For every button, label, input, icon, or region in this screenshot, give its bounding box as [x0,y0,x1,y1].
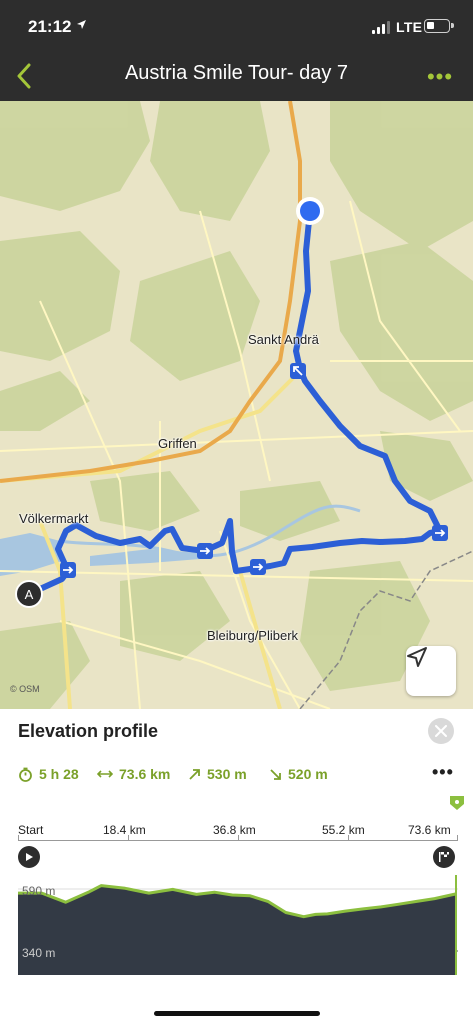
duration-stat: 5 h 28 [18,766,79,782]
distance-stat: 73.6 km [97,766,170,782]
map-label-sankt-andra: Sankt Andrä [248,332,319,347]
elevation-more-button[interactable]: ••• [432,762,454,783]
axis-tick [238,835,239,840]
start-marker[interactable]: A [15,580,43,608]
axis-label-2: 36.8 km [213,823,256,837]
axis-tick [128,835,129,840]
position-handle[interactable] [447,795,467,811]
location-arrow-icon [76,19,87,33]
elevation-chart[interactable]: 590 m 340 m [18,805,458,975]
axis-tick [18,835,19,840]
ascent-arrow-icon [189,768,200,780]
elevation-area [18,885,456,975]
page-title: Austria Smile Tour- day 7 [124,62,349,84]
map-label-bleiburg: Bleiburg/Pliberk [207,628,299,643]
distance-value: 73.6 km [119,766,171,782]
network-type: LTE [396,19,423,35]
axis-label-1: 18.4 km [103,823,146,837]
navigation-bar: Austria Smile Tour- day 7 ••• [0,52,473,101]
status-time: 21:12 [28,17,72,36]
elevation-svg [18,805,458,975]
y-label-bottom: 340 m [22,946,56,960]
route-direction-icon [290,363,306,379]
descent-arrow-icon [270,768,281,780]
duration-value: 5 h 28 [39,766,79,782]
more-options-button[interactable]: ••• [425,62,455,92]
locate-me-button[interactable] [406,646,456,696]
elevation-panel: Elevation profile 5 h 28 73.6 km 530 m 5… [0,709,473,1024]
map-canvas [0,101,473,709]
signal-strength-icon [372,21,392,34]
route-direction-icon [250,559,266,575]
axis-label-start: Start [18,823,44,837]
axis-label-3: 55.2 km [322,823,365,837]
axis-line [18,840,458,841]
map-label-volkermarkt: Völkermarkt [19,511,89,526]
axis-tick [457,835,458,840]
route-direction-icon [60,562,76,578]
horizontal-arrows-icon [97,770,113,778]
status-bar: 21:12 LTE [0,0,473,52]
descent-stat: 520 m [269,766,328,782]
top-bar: 21:12 LTE Austria Smile Tour- day 7 ••• [0,0,473,101]
start-icon [18,846,40,868]
ascent-stat: 530 m [188,766,247,782]
chevron-left-icon [17,63,31,89]
route-map[interactable]: Sankt Andrä Griffen Völkermarkt Bleiburg… [0,101,473,709]
elevation-heading: Elevation profile [18,721,159,741]
stopwatch-icon [19,767,32,782]
route-direction-icon [432,525,448,541]
close-icon [435,725,447,737]
finish-flag-icon [433,846,455,868]
back-button[interactable] [8,58,40,94]
home-indicator[interactable] [154,1011,320,1016]
ascent-value: 530 m [207,766,247,782]
axis-tick [348,835,349,840]
descent-value: 520 m [288,766,328,782]
current-location-marker [296,197,324,225]
close-button[interactable] [428,718,454,744]
navigation-arrow-icon [407,647,427,667]
map-attribution[interactable]: © OSM [10,684,40,694]
y-label-top: 590 m [22,884,56,898]
axis-label-4: 73.6 km [408,823,451,837]
route-direction-icon [197,543,213,559]
map-label-griffen: Griffen [158,436,197,451]
battery-icon [424,19,454,33]
route-stats: 5 h 28 73.6 km 530 m 520 m ••• [18,762,458,786]
